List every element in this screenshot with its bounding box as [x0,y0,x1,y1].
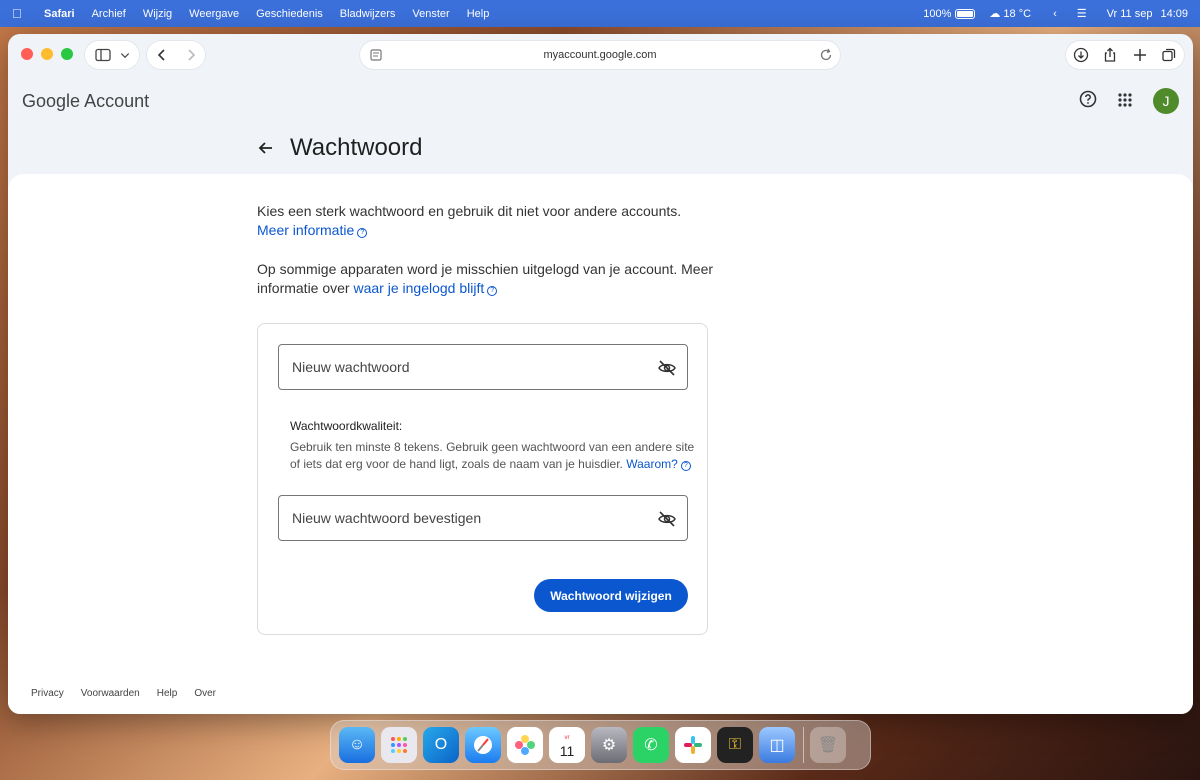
dock: ☺ O vr 11 ⚙ ✆ ⚿ ◫ 🗑 [330,720,871,770]
menu-app-name[interactable]: Safari [44,8,75,20]
question-circle-icon: ? [680,461,691,471]
apps-grid-icon[interactable] [1117,92,1133,108]
help-icon[interactable] [1079,90,1097,108]
back-arrow-icon[interactable] [256,138,276,158]
minimize-window-button[interactable] [41,48,53,60]
dock-separator [803,727,804,763]
why-link[interactable]: Waarom?? [626,457,691,471]
new-tab-icon[interactable] [1132,47,1148,63]
where-signed-in-link-label: waar je ingelogd blijft [353,280,485,296]
footer-link-about[interactable]: Over [194,688,216,699]
address-bar-url: myaccount.google.com [543,49,657,61]
main-content: Kies een sterk wachtwoord en gebruik dit… [8,174,1193,714]
safari-window: myaccount.google.com Google Account J Wa… [8,34,1193,714]
intro-paragraph-2: Op sommige apparaten word je misschien u… [257,260,717,298]
download-icon[interactable] [1073,47,1089,63]
footer: Privacy Voorwaarden Help Over [31,688,233,699]
weather-temperature[interactable]: 18 °C [1003,8,1031,20]
eye-off-icon[interactable] [657,509,677,529]
menu-item-archief[interactable]: Archief [92,8,126,20]
page-title-row: Wachtwoord [256,134,423,162]
toolbar-actions [1066,41,1184,69]
storage-icon[interactable]: ◫ [759,727,795,763]
logo-account-text: Account [84,91,150,111]
zoom-window-button[interactable] [61,48,73,60]
chevron-left-icon[interactable]: ‹ [1053,8,1057,20]
page-title: Wachtwoord [290,134,423,161]
weather-icon[interactable]: ☁ [989,7,1000,20]
google-account-logo[interactable]: Google Account [22,91,149,112]
apple-icon[interactable]:  [12,6,26,21]
menu-item-venster[interactable]: Venster [412,8,449,20]
trash-icon[interactable]: 🗑 [810,727,846,763]
outlook-icon[interactable]: O [423,727,459,763]
footer-link-terms[interactable]: Voorwaarden [81,688,140,699]
calendar-icon[interactable]: vr 11 [549,727,585,763]
new-password-field[interactable]: Nieuw wachtwoord [278,344,688,390]
safari-icon[interactable] [465,727,501,763]
finder-icon[interactable]: ☺ [339,727,375,763]
footer-link-privacy[interactable]: Privacy [31,688,64,699]
avatar[interactable]: J [1153,88,1179,114]
password-form-card: Nieuw wachtwoord Wachtwoordkwaliteit: Ge… [257,323,708,635]
more-info-link-label: Meer informatie [257,222,355,238]
menu-item-geschiedenis[interactable]: Geschiedenis [256,8,323,20]
system-settings-icon[interactable]: ⚙ [591,727,627,763]
confirm-password-placeholder: Nieuw wachtwoord bevestigen [292,510,482,526]
question-circle-icon: ? [487,286,498,296]
confirm-password-field[interactable]: Nieuw wachtwoord bevestigen [278,495,688,541]
menu-status-area: 100% ☁ 18 °C ‹ ☰ Vr 11 sep 14:09 [909,7,1188,21]
keychain-icon[interactable]: ⚿ [717,727,753,763]
sidebar-icon[interactable] [95,47,111,63]
window-controls [21,48,81,60]
password-quality-title: Wachtwoordkwaliteit: [290,419,403,433]
eye-off-icon[interactable] [657,358,677,378]
where-signed-in-link[interactable]: waar je ingelogd blijft? [353,280,498,296]
page-menu-icon[interactable] [368,47,384,63]
menu-item-weergave[interactable]: Weergave [189,8,239,20]
launchpad-icon[interactable] [381,727,417,763]
why-link-label: Waarom? [626,457,678,471]
menu-bar:  Safari Archief Wijzig Weergave Geschie… [0,0,1200,27]
navigation-group [147,41,205,69]
share-icon[interactable] [1102,47,1118,63]
back-icon[interactable] [154,47,170,63]
address-bar[interactable]: myaccount.google.com [360,41,840,69]
photos-icon[interactable] [507,727,543,763]
calendar-day: 11 [559,743,575,759]
footer-link-help[interactable]: Help [157,688,178,699]
forward-icon[interactable] [183,47,199,63]
chevron-down-icon[interactable] [119,47,131,63]
close-window-button[interactable] [21,48,33,60]
tab-overview-icon[interactable] [1161,47,1177,63]
menu-time[interactable]: 14:09 [1160,8,1188,20]
more-info-link[interactable]: Meer informatie? [257,222,368,238]
battery-icon[interactable] [955,8,976,19]
whatsapp-icon[interactable]: ✆ [633,727,669,763]
battery-percentage: 100% [923,7,952,20]
password-quality-text: Gebruik ten minste 8 tekens. Gebruik gee… [290,439,695,473]
menu-date[interactable]: Vr 11 sep [1107,8,1153,20]
menu-item-bladwijzers[interactable]: Bladwijzers [340,8,396,20]
question-circle-icon: ? [357,228,368,238]
browser-toolbar: myaccount.google.com [8,34,1193,76]
logo-google-text: Google [22,91,81,111]
control-center-icon[interactable]: ☰ [1077,7,1087,20]
reload-icon[interactable] [818,47,834,63]
new-password-placeholder: Nieuw wachtwoord [292,359,410,375]
intro-paragraph-1: Kies een sterk wachtwoord en gebruik dit… [257,202,717,240]
change-password-button[interactable]: Wachtwoord wijzigen [534,579,688,612]
slack-icon[interactable] [675,727,711,763]
menu-item-help[interactable]: Help [467,8,490,20]
menu-item-wijzig[interactable]: Wijzig [143,8,172,20]
intro-1-text: Kies een sterk wachtwoord en gebruik dit… [257,203,682,219]
google-account-header: Google Account J [8,76,1193,126]
sidebar-toggle-group [85,41,139,69]
